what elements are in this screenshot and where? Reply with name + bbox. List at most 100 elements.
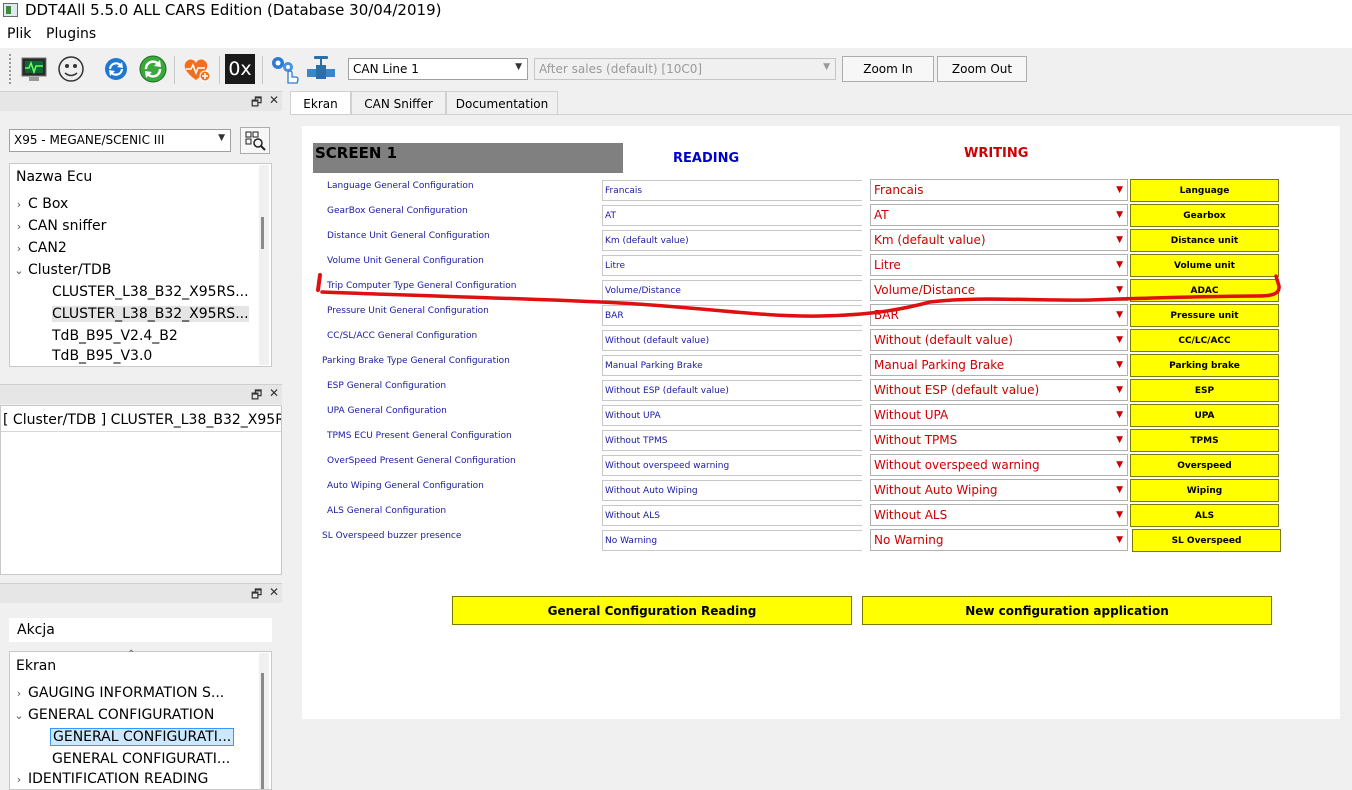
chevron-down-icon: ▼ — [218, 133, 225, 143]
tree-item-label: CLUSTER_L38_B32_X95RS... — [52, 284, 249, 300]
writing-select-value: Km (default value) — [874, 233, 986, 247]
writing-select-value: Litre — [874, 258, 901, 272]
tree-item-general-configuration[interactable]: ⌄ GENERAL CONFIGURATION — [10, 704, 214, 726]
sync-icon[interactable] — [137, 53, 169, 85]
write-button[interactable]: CC/LC/ACC — [1130, 329, 1279, 352]
can-line-select[interactable]: CAN Line 1 ▼ — [348, 58, 528, 80]
tree-item-cluster-2[interactable]: CLUSTER_L38_B32_X95RS... — [52, 303, 249, 325]
writing-select[interactable]: Without overspeed warning ▼ — [870, 454, 1128, 476]
zoom-out-button[interactable]: Zoom Out — [937, 56, 1027, 82]
chevron-down-icon: ▼ — [1116, 410, 1123, 420]
chevron-down-icon: ▼ — [1116, 435, 1123, 445]
tree-item-tdb-v30[interactable]: TdB_B95_V3.0 — [52, 347, 152, 365]
splitter[interactable] — [282, 91, 290, 790]
write-button[interactable]: Wiping — [1130, 479, 1279, 502]
settings-touch-icon[interactable] — [268, 53, 300, 85]
chevron-down-icon: ▼ — [1116, 235, 1123, 245]
logo-icon[interactable] — [55, 53, 87, 85]
tree-item-gauging[interactable]: › GAUGING INFORMATION S... — [10, 682, 224, 704]
writing-select[interactable]: Volume/Distance ▼ — [870, 279, 1128, 301]
write-button[interactable]: Pressure unit — [1130, 304, 1279, 327]
write-button[interactable]: ADAC — [1130, 279, 1279, 302]
param-label: Parking Brake Type General Configuration — [322, 356, 510, 366]
write-button[interactable]: Parking brake — [1130, 354, 1279, 377]
tree-item-label: TdB_B95_V2.4_B2 — [52, 328, 178, 344]
menu-plugins[interactable]: Plugins — [46, 26, 96, 42]
menu-plik[interactable]: Plik — [7, 26, 31, 42]
tree-item-label: IDENTIFICATION READING — [28, 771, 209, 787]
param-label: UPA General Configuration — [327, 406, 447, 416]
heart-icon[interactable] — [180, 53, 212, 85]
float-icon[interactable]: 🗗 — [251, 386, 262, 407]
write-button[interactable]: Distance unit — [1130, 229, 1279, 252]
param-label: ALS General Configuration — [327, 506, 447, 516]
writing-select-value: AT — [874, 208, 889, 222]
selected-ecu-item[interactable]: [ Cluster/TDB ] CLUSTER_L38_B32_X95RS — [1, 408, 281, 432]
tab-documentation[interactable]: Documentation — [446, 91, 558, 115]
writing-select[interactable]: AT ▼ — [870, 204, 1128, 226]
tree-item-identification[interactable]: › IDENTIFICATION READING — [10, 770, 209, 788]
writing-select[interactable]: Francais ▼ — [870, 179, 1128, 201]
write-button[interactable]: SL Overspeed — [1132, 529, 1281, 552]
selected-ecu-dock-header: 🗗 ✕ — [0, 384, 282, 404]
writing-select[interactable]: Without Auto Wiping ▼ — [870, 479, 1128, 501]
tree-item-tdb-v24[interactable]: TdB_B95_V2.4_B2 — [52, 325, 178, 347]
reading-value: AT — [602, 205, 862, 226]
tree-item-can2[interactable]: › CAN2 — [10, 237, 67, 259]
tree-item-cbox[interactable]: › C Box — [10, 193, 68, 215]
writing-select[interactable]: Without UPA ▼ — [870, 404, 1128, 426]
ecu-tree-scrollbar[interactable] — [259, 165, 269, 365]
writing-select[interactable]: Without (default value) ▼ — [870, 329, 1128, 351]
writing-select[interactable]: Without ALS ▼ — [870, 504, 1128, 526]
write-button[interactable]: ESP — [1130, 379, 1279, 402]
close-icon[interactable]: ✕ — [269, 93, 279, 107]
write-button[interactable]: ALS — [1130, 504, 1279, 527]
qr-search-button[interactable] — [240, 127, 270, 154]
param-label: Auto Wiping General Configuration — [327, 481, 484, 491]
close-icon[interactable]: ✕ — [269, 386, 279, 400]
zoom-in-button[interactable]: Zoom In — [842, 56, 934, 82]
reading-value: Francais — [602, 180, 862, 201]
write-button[interactable]: Gearbox — [1130, 204, 1279, 227]
vehicle-select[interactable]: X95 - MEGANE/SCENIC III ▼ — [9, 129, 231, 152]
write-button[interactable]: TPMS — [1130, 429, 1279, 452]
close-icon[interactable]: ✕ — [269, 585, 279, 599]
monitor-icon[interactable] — [18, 53, 50, 85]
writing-select[interactable]: BAR ▼ — [870, 304, 1128, 326]
session-value: After sales (default) [10C0] — [539, 62, 703, 76]
writing-select[interactable]: No Warning ▼ — [870, 529, 1128, 551]
param-label: Pressure Unit General Configuration — [327, 306, 489, 316]
refresh-icon[interactable] — [100, 53, 132, 85]
hex-icon[interactable]: 0x — [225, 54, 255, 84]
reading-value: Without TPMS — [602, 430, 862, 451]
tree-item-label: CAN sniffer — [28, 218, 107, 234]
float-icon[interactable]: 🗗 — [251, 93, 262, 114]
screen-tree-scrollbar[interactable] — [259, 653, 269, 789]
selected-ecu-panel: [ Cluster/TDB ] CLUSTER_L38_B32_X95RS — [0, 405, 282, 575]
writing-select[interactable]: Km (default value) ▼ — [870, 229, 1128, 251]
write-button[interactable]: Language — [1130, 179, 1279, 202]
tree-item-general-config-2[interactable]: GENERAL CONFIGURATI... — [52, 748, 230, 770]
read-config-button[interactable]: General Configuration Reading — [452, 596, 852, 625]
apply-config-button[interactable]: New configuration application — [862, 596, 1272, 625]
reading-value: Without overspeed warning — [602, 455, 862, 476]
screens-dock-header: 🗗 ✕ — [0, 583, 282, 603]
tree-item-cluster-tdb[interactable]: ⌄ Cluster/TDB — [10, 259, 111, 281]
write-button[interactable]: Overspeed — [1130, 454, 1279, 477]
writing-select[interactable]: Litre ▼ — [870, 254, 1128, 276]
writing-select[interactable]: Without TPMS ▼ — [870, 429, 1128, 451]
writing-select[interactable]: Without ESP (default value) ▼ — [870, 379, 1128, 401]
tree-item-cluster-1[interactable]: CLUSTER_L38_B32_X95RS... — [52, 281, 249, 303]
tree-item-can-sniffer[interactable]: › CAN sniffer — [10, 215, 107, 237]
writing-select[interactable]: Manual Parking Brake ▼ — [870, 354, 1128, 376]
valve-icon[interactable] — [305, 53, 337, 85]
float-icon[interactable]: 🗗 — [251, 585, 262, 606]
write-button[interactable]: UPA — [1130, 404, 1279, 427]
tab-can-sniffer[interactable]: CAN Sniffer — [351, 91, 446, 115]
tree-item-general-config-1[interactable]: GENERAL CONFIGURATI... — [50, 726, 235, 748]
chevron-down-icon: ▼ — [1116, 385, 1123, 395]
writing-select-value: Without overspeed warning — [874, 458, 1040, 472]
writing-header: WRITING — [964, 146, 1029, 161]
tab-ekran[interactable]: Ekran — [290, 91, 351, 116]
write-button[interactable]: Volume unit — [1130, 254, 1279, 277]
